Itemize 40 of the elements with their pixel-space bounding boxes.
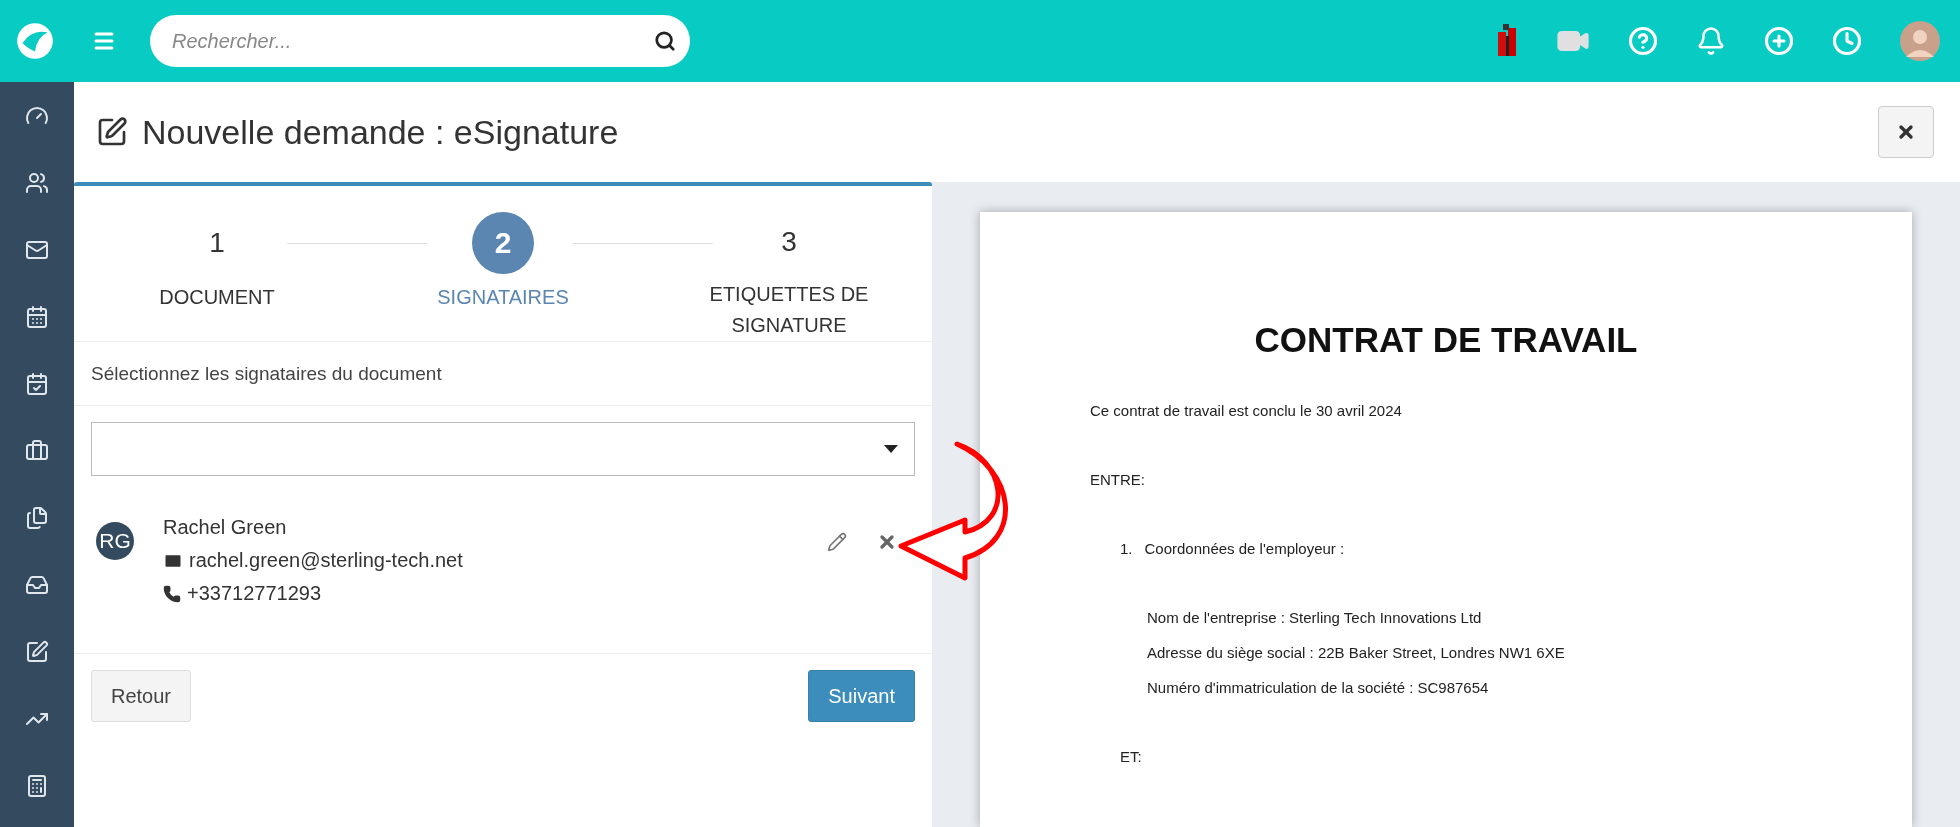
figures-icon[interactable] (1496, 24, 1518, 58)
edit-icon[interactable] (25, 640, 49, 664)
step-label[interactable]: DOCUMENT (122, 282, 312, 313)
document-text: Nom de l'entreprise : Sterling Tech Innovations Ltd (1147, 609, 1482, 626)
tray-icon[interactable] (25, 573, 49, 597)
search-icon[interactable] (654, 30, 676, 52)
step-number[interactable]: 1 (186, 212, 248, 274)
briefcase-icon[interactable] (25, 439, 49, 463)
files-icon[interactable] (25, 506, 49, 530)
calculator-icon[interactable] (25, 774, 49, 798)
step-number[interactable]: 3 (758, 212, 820, 271)
document-text: Ce contrat de travail est conclu le 30 avril 2024 (1090, 402, 1402, 419)
document-text: Numéro d'immatriculation de la société : SC987654 (1147, 679, 1489, 696)
calendar-icon[interactable] (25, 305, 49, 329)
caret-icon (884, 445, 898, 453)
close-button[interactable] (1878, 106, 1934, 158)
edit-icon (96, 116, 128, 148)
signer-email: rachel.green@sterling-tech.net (189, 549, 463, 572)
list-number: 1. (1120, 540, 1133, 557)
next-button[interactable]: Suivant (808, 670, 915, 722)
initials-avatar: RG (96, 522, 134, 560)
search-field[interactable]: Rechercher... (150, 15, 690, 67)
step-number[interactable]: 2 (472, 212, 534, 274)
document-text: ET: (1120, 748, 1142, 765)
signer-name: Rachel Green (163, 516, 288, 539)
close-icon[interactable] (1896, 122, 1916, 142)
document-text: Coordonnées de l'employeur : (1144, 540, 1345, 557)
instruction-text: Sélectionnez les signataires du document (74, 342, 932, 406)
users-icon[interactable] (25, 171, 49, 195)
document-text: ENTRE: (1090, 471, 1145, 488)
phone-icon (163, 584, 181, 603)
edit-icon[interactable] (827, 530, 847, 554)
signer-phone: +33712771293 (187, 582, 322, 605)
step-label[interactable]: SIGNATAIRES (408, 282, 598, 313)
page-title: Nouvelle demande : eSignature (142, 112, 619, 152)
back-button[interactable]: Retour (91, 670, 192, 722)
document-title: CONTRAT DE TRAVAIL (1253, 320, 1639, 360)
calendar-check-icon[interactable] (25, 372, 49, 396)
step-label[interactable]: ETIQUETTES DE SIGNATURE (694, 279, 884, 341)
document-text: Adresse du siège social : 22B Baker Street, Londres NW1 6XE (1147, 644, 1565, 661)
